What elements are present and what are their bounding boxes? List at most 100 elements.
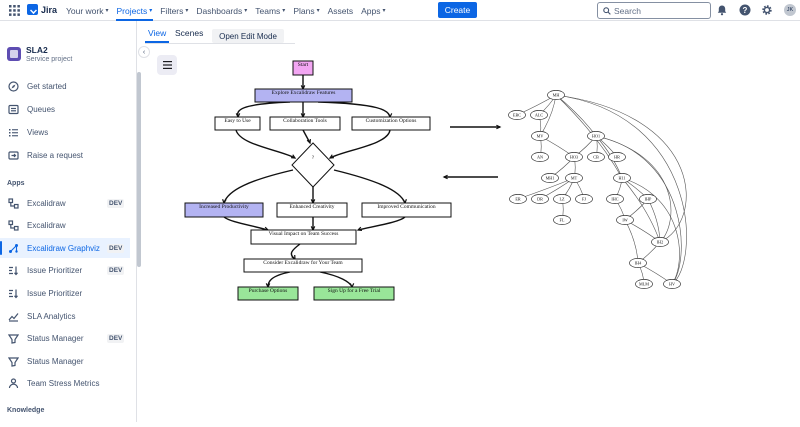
decision-node (291, 142, 335, 188)
sidebar-item-label: Excalidraw (27, 221, 66, 231)
graph-node-label: DR (537, 197, 543, 202)
nav-plans[interactable]: Plans ▾ (289, 0, 323, 21)
explore-node-label: Explore Excalidraw Features (272, 90, 336, 96)
chevron-down-icon: ▾ (105, 8, 109, 14)
open-edit-mode-button[interactable]: Open Edit Mode (212, 29, 284, 43)
connector-arrow (319, 271, 353, 288)
sidebar-item-views[interactable]: Views (0, 122, 130, 142)
search-icon (603, 7, 611, 15)
svg-text:?: ? (743, 6, 748, 15)
excalidraw-canvas[interactable]: Start Explore Excalidraw Features Easy to … (145, 47, 800, 422)
canvas-menu-button[interactable] (157, 55, 177, 75)
nav-projects[interactable]: Projects ▾ (113, 0, 157, 21)
sidebar-item-sla-analytics[interactable]: SLA Analytics (0, 306, 130, 326)
enhanced-creativity-node-label: Enhanced Creativity (289, 204, 334, 210)
connector-arrow (329, 129, 391, 159)
sidebar-item-excalidraw[interactable]: Excalidraw (0, 216, 130, 236)
connector-arrow (333, 169, 406, 204)
graph-edge (621, 177, 661, 243)
app-switcher-icon[interactable] (9, 5, 20, 16)
nav-label: Teams (255, 5, 281, 16)
nav-filters[interactable]: Filters ▾ (156, 0, 192, 21)
connector-arrow (267, 271, 291, 288)
graph-node-label: MT (571, 176, 578, 181)
sidebar-item-issue-prioritizer[interactable]: Issue Prioritizer (0, 283, 130, 303)
nav-apps[interactable]: Apps ▾ (357, 0, 389, 21)
logo-text: Jira (41, 4, 58, 15)
sidebar-item-status-manager[interactable]: Status Manager (0, 351, 130, 371)
chevron-down-icon: ▾ (185, 8, 189, 14)
nav-label: Projects (116, 5, 148, 16)
graph-edge (621, 177, 680, 285)
graph-node-label: HR (614, 155, 620, 160)
purchase-options-node-label: Purchase Options (249, 288, 288, 294)
diagram-svg: Start Explore Excalidraw Features Easy to … (184, 60, 687, 301)
graph-node-label: IW (622, 218, 627, 223)
tab-view[interactable]: View (145, 28, 170, 43)
sidebar-item-issue-prioritizer[interactable]: Issue Prioritizer DEV (0, 261, 130, 281)
graph-node-label: MLM (639, 282, 649, 287)
sidebar-scrollbar[interactable] (137, 72, 141, 267)
connector-arrow (223, 169, 294, 204)
nav-your-work[interactable]: Your work ▾ (62, 0, 113, 21)
sidebar-item-excalidraw[interactable]: Excalidraw DEV (0, 193, 130, 213)
sidebar-item-label: Queues (27, 104, 56, 114)
sidebar-item-label: SLA Analytics (27, 311, 76, 321)
sidebar-item-label: Team Stress Metrics (27, 379, 100, 389)
jira-logo-icon (27, 4, 38, 15)
raise-request-icon (8, 150, 19, 160)
settings-gear-icon[interactable] (761, 4, 773, 16)
sidebar-item-team-stress-metrics[interactable]: Team Stress Metrics (0, 374, 130, 394)
sidebar-item-queues[interactable]: Queues (0, 99, 130, 119)
project-type: Service project (26, 56, 73, 63)
graph-node-label: IH2 (657, 240, 664, 245)
tab-divider (145, 43, 295, 44)
dev-badge: DEV (107, 334, 125, 344)
sidebar-item-raise-a-request[interactable]: Raise a request (0, 145, 130, 165)
nav-assets[interactable]: Assets (324, 0, 358, 21)
notifications-icon[interactable] (716, 4, 728, 16)
search-input[interactable]: Search (597, 2, 711, 19)
free-trial-node-label: Sign Up for a Free Trial (328, 287, 381, 294)
sidebar: SLA2 Service project Get started Queues Vi… (0, 21, 137, 422)
sidebar-item-status-manager[interactable]: Status Manager DEV (0, 329, 130, 349)
graph-node-label: MH (553, 93, 560, 98)
project-avatar (7, 47, 21, 61)
dev-badge: DEV (107, 266, 125, 276)
easy-to-use-node-label: Easy to Use (224, 118, 251, 124)
create-button[interactable]: Create (438, 2, 477, 18)
connector-arrow (317, 101, 391, 118)
graph-node-label: H11 (618, 176, 625, 181)
jira-logo[interactable]: Jira (27, 4, 57, 15)
nav-label: Filters (160, 5, 184, 16)
connector-arrow (223, 216, 269, 231)
consider-node-label: Consider Excalidraw for Your Team (263, 259, 343, 266)
hamburger-icon (162, 61, 172, 69)
user-avatar[interactable]: JK (784, 4, 796, 16)
graph-node-label: ERC (513, 113, 521, 118)
tab-scenes[interactable]: Scenes (172, 28, 206, 38)
connector-arrow (357, 216, 406, 231)
graph-node-label: FJ (582, 197, 586, 202)
arrowhead (349, 283, 355, 289)
sidebar-item-label: Issue Prioritizer (27, 288, 83, 298)
nav-label: Your work (66, 5, 104, 16)
help-icon[interactable]: ? (739, 4, 751, 16)
sidebar-item-label: Raise a request (27, 150, 84, 160)
avatar-initials: JK (786, 7, 794, 13)
list-icon (9, 128, 18, 136)
graph-node-label: HV (669, 282, 675, 287)
project-header[interactable]: SLA2 Service project (7, 45, 72, 63)
connector-arrow (236, 101, 291, 118)
sidebar-item-get-started[interactable]: Get started (0, 76, 130, 96)
queues-icon (8, 104, 19, 114)
app-diagram-icon (8, 197, 19, 209)
nav-dashboards[interactable]: Dashboards ▾ (192, 0, 251, 21)
search-placeholder: Search (614, 5, 641, 16)
sidebar-item-excalidraw-graphviz[interactable]: Excalidraw Graphviz DEV (0, 238, 130, 259)
nav-teams[interactable]: Teams ▾ (251, 0, 289, 21)
graph-node-label: ER (515, 197, 521, 202)
status-icon (8, 334, 19, 344)
team-icon (8, 378, 19, 389)
connector-arrow (235, 129, 296, 159)
